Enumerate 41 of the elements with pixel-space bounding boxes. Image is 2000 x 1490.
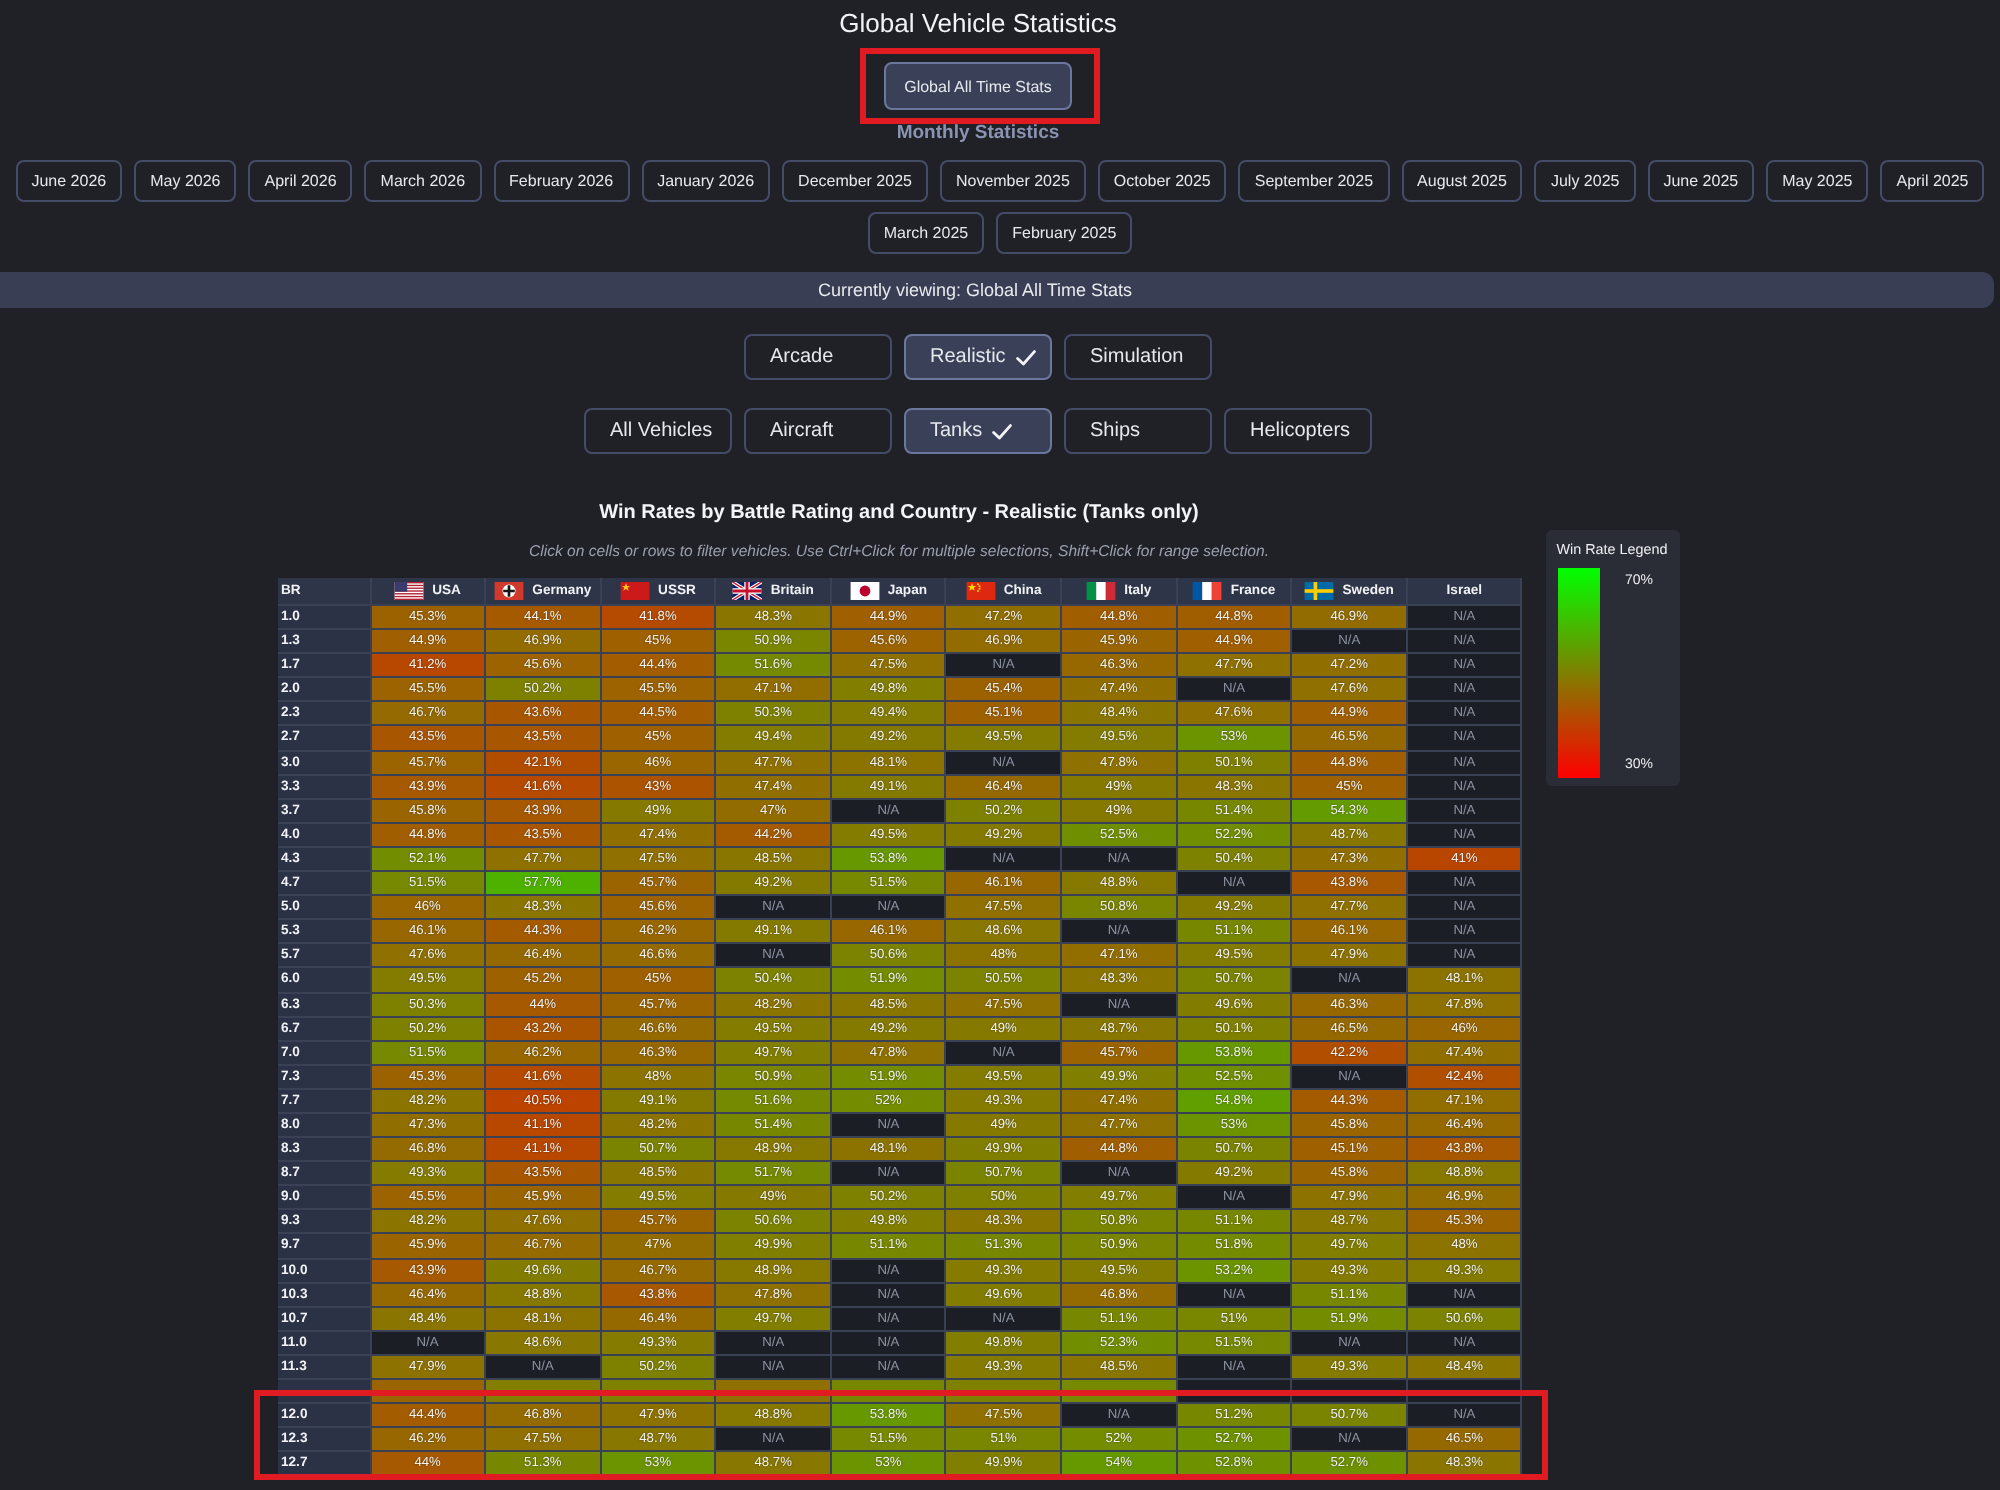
check-icon	[1015, 349, 1036, 365]
month-button[interactable]: April 2026	[248, 160, 353, 202]
japan-flag-icon	[849, 582, 880, 600]
month-button[interactable]: May 2026	[134, 160, 237, 202]
category-tab[interactable]: Helicopters	[1224, 408, 1372, 454]
month-button[interactable]: September 2025	[1238, 160, 1390, 202]
category-tab[interactable]: All Vehicles	[584, 408, 732, 454]
category-tab[interactable]: Ships	[1064, 408, 1212, 454]
soviet-flag-icon	[620, 582, 651, 600]
all-time-button[interactable]: Global All Time Stats	[884, 62, 1072, 110]
category-tab[interactable]: Tanks	[904, 408, 1052, 454]
check-icon	[992, 423, 1013, 439]
month-button[interactable]: February 2026	[493, 160, 630, 202]
italy-flag-icon	[1086, 582, 1117, 600]
status-bar: Currently viewing: Global All Time Stats	[0, 272, 1994, 308]
mode-tab[interactable]: Arcade	[744, 334, 892, 380]
month-button[interactable]: December 2025	[782, 160, 928, 202]
mode-tab[interactable]: Simulation	[1064, 334, 1212, 380]
china-flag-icon	[965, 582, 996, 600]
us-flag-icon	[394, 582, 425, 600]
month-button[interactable]: June 2025	[1647, 160, 1755, 202]
mode-tab[interactable]: Realistic	[904, 334, 1052, 380]
uk-flag-icon	[732, 582, 763, 600]
month-button[interactable]: April 2025	[1880, 160, 1985, 202]
month-button[interactable]: March 2026	[364, 160, 482, 202]
category-tab[interactable]: Aircraft	[744, 408, 892, 454]
page-title: Global Vehicle Statistics	[839, 8, 1117, 40]
month-button[interactable]: January 2026	[641, 160, 771, 202]
section-heading: Monthly Statistics	[896, 122, 1060, 146]
month-button[interactable]: November 2025	[939, 160, 1086, 202]
month-button[interactable]: March 2025	[867, 212, 985, 254]
france-flag-icon	[1192, 582, 1223, 600]
month-button[interactable]: February 2025	[996, 212, 1133, 254]
chart-title: Win Rates by Battle Rating and Country - Realistic (Tanks only)	[599, 500, 1199, 528]
month-button[interactable]: July 2025	[1534, 160, 1636, 202]
sweden-flag-icon	[1304, 582, 1335, 600]
month-button[interactable]: August 2025	[1401, 160, 1523, 202]
month-button[interactable]: May 2025	[1766, 160, 1869, 202]
month-button[interactable]: October 2025	[1097, 160, 1227, 202]
cross-flag-icon	[494, 582, 525, 600]
month-button[interactable]: June 2026	[15, 160, 123, 202]
